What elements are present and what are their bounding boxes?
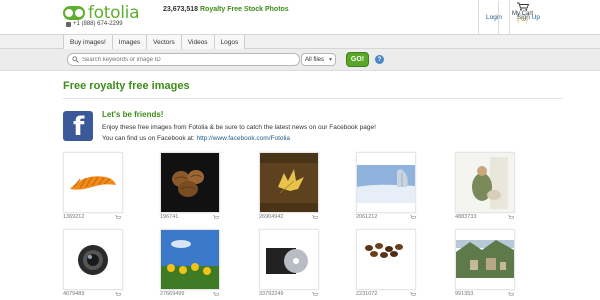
tagline-text: Royalty Free Stock Photos xyxy=(200,6,289,13)
thumbnail-person-dog[interactable] xyxy=(455,152,515,213)
phone-number: +1 (888) 674-2299 xyxy=(66,21,123,27)
facebook-f-icon: f xyxy=(73,112,85,141)
facebook-logo[interactable]: f xyxy=(63,111,93,141)
go-button[interactable]: GO! xyxy=(346,52,369,67)
help-icon[interactable]: ? xyxy=(375,55,384,64)
main-nav: Buy images! Images Vectors Videos Logos xyxy=(0,34,600,49)
thumbnail-id: 26904942 xyxy=(259,214,284,220)
add-to-cart-icon[interactable] xyxy=(115,215,121,220)
camera-lens-image xyxy=(64,230,122,289)
search-icon xyxy=(72,56,79,63)
autumn-leaf-image xyxy=(260,153,318,212)
thumbnail-id: 4079489 xyxy=(63,291,85,297)
site-header: fotolia +1 (888) 674-2299 23,673,518 Roy… xyxy=(0,0,600,34)
facebook-text: Enjoy these free images from Fotolia & b… xyxy=(102,124,376,131)
thumbnail-id: 27669499 xyxy=(160,291,185,297)
search-bar: All files ▼ GO! ? xyxy=(0,49,600,71)
facebook-link-line: You can find us on Facebook at: http://w… xyxy=(102,135,290,142)
logo-text: fotolia xyxy=(88,3,140,23)
thumbnail-autumn-leaf[interactable] xyxy=(259,152,319,213)
page-title: Free royalty free images xyxy=(63,80,190,92)
facebook-url-link[interactable]: http://www.facebook.com/Fotolia xyxy=(196,135,290,142)
add-to-cart-icon[interactable] xyxy=(410,292,416,297)
thumbnail-mountain-village[interactable] xyxy=(455,229,515,290)
tab-buy-images[interactable]: Buy images! xyxy=(63,35,113,49)
my-cart-button[interactable]: My Cart ( 0 ) xyxy=(498,1,546,34)
mountain-village-image xyxy=(456,230,514,289)
file-type-select[interactable]: All files ▼ xyxy=(301,53,336,66)
cart-icon xyxy=(516,2,529,11)
fotolia-logo-mark xyxy=(63,6,85,20)
add-to-cart-icon[interactable] xyxy=(213,215,219,220)
thumbnail-camera-lens[interactable] xyxy=(63,229,123,290)
add-to-cart-icon[interactable] xyxy=(312,292,318,297)
facebook-heading: Let's be friends! xyxy=(102,110,164,119)
file-type-value: All files xyxy=(305,56,325,63)
facebook-link-prefix: You can find us on Facebook at: xyxy=(102,135,195,142)
phone-icon xyxy=(66,21,71,27)
chevron-down-icon: ▼ xyxy=(328,56,333,63)
thumbnail-id: 2231072 xyxy=(356,291,378,297)
add-to-cart-icon[interactable] xyxy=(115,292,121,297)
thumbnail-coffee-beans[interactable] xyxy=(356,229,416,290)
tab-images[interactable]: Images xyxy=(112,35,148,49)
title-divider xyxy=(63,98,563,99)
add-to-cart-icon[interactable] xyxy=(508,292,514,297)
orange-peel-image xyxy=(64,153,122,212)
add-to-cart-icon[interactable] xyxy=(410,215,416,220)
person-dog-image xyxy=(456,153,514,212)
phone-text: +1 (888) 674-2299 xyxy=(73,21,123,27)
thumbnail-walnuts[interactable] xyxy=(160,152,220,213)
add-to-cart-icon[interactable] xyxy=(508,215,514,220)
tagline: 23,673,518 Royalty Free Stock Photos xyxy=(163,6,289,13)
tab-videos[interactable]: Videos xyxy=(181,35,215,49)
thumbnail-id: 1369212 xyxy=(63,214,85,220)
thumbnail-winter-landscape[interactable] xyxy=(356,152,416,213)
thumbnail-sunflowers[interactable] xyxy=(160,229,220,290)
search-input[interactable] xyxy=(82,56,292,63)
thumbnail-id: 4883733 xyxy=(455,214,477,220)
thumbnail-id: 2061212 xyxy=(356,214,378,220)
thumbnail-id: 196741 xyxy=(160,214,179,220)
thumbnail-id: 33792249 xyxy=(259,291,284,297)
nav-tabs: Buy images! Images Vectors Videos Logos xyxy=(63,35,246,49)
thumbnail-orange-peel[interactable] xyxy=(63,152,123,213)
thumbnail-cd-case[interactable] xyxy=(259,229,319,290)
add-to-cart-icon[interactable] xyxy=(213,292,219,297)
tab-vectors[interactable]: Vectors xyxy=(147,35,182,49)
thumbnail-id: 991353 xyxy=(455,291,474,297)
cd-case-image xyxy=(260,230,318,289)
coffee-beans-image xyxy=(357,230,415,289)
sunflowers-image xyxy=(161,230,219,289)
fotolia-logo[interactable]: fotolia xyxy=(63,3,140,23)
winter-landscape-image xyxy=(357,153,415,212)
cart-count: ( 0 ) xyxy=(517,17,528,23)
add-to-cart-icon[interactable] xyxy=(312,215,318,220)
tagline-count: 23,673,518 xyxy=(163,6,199,13)
walnuts-image xyxy=(161,153,219,212)
search-box xyxy=(67,53,300,66)
tab-logos[interactable]: Logos xyxy=(214,35,246,49)
